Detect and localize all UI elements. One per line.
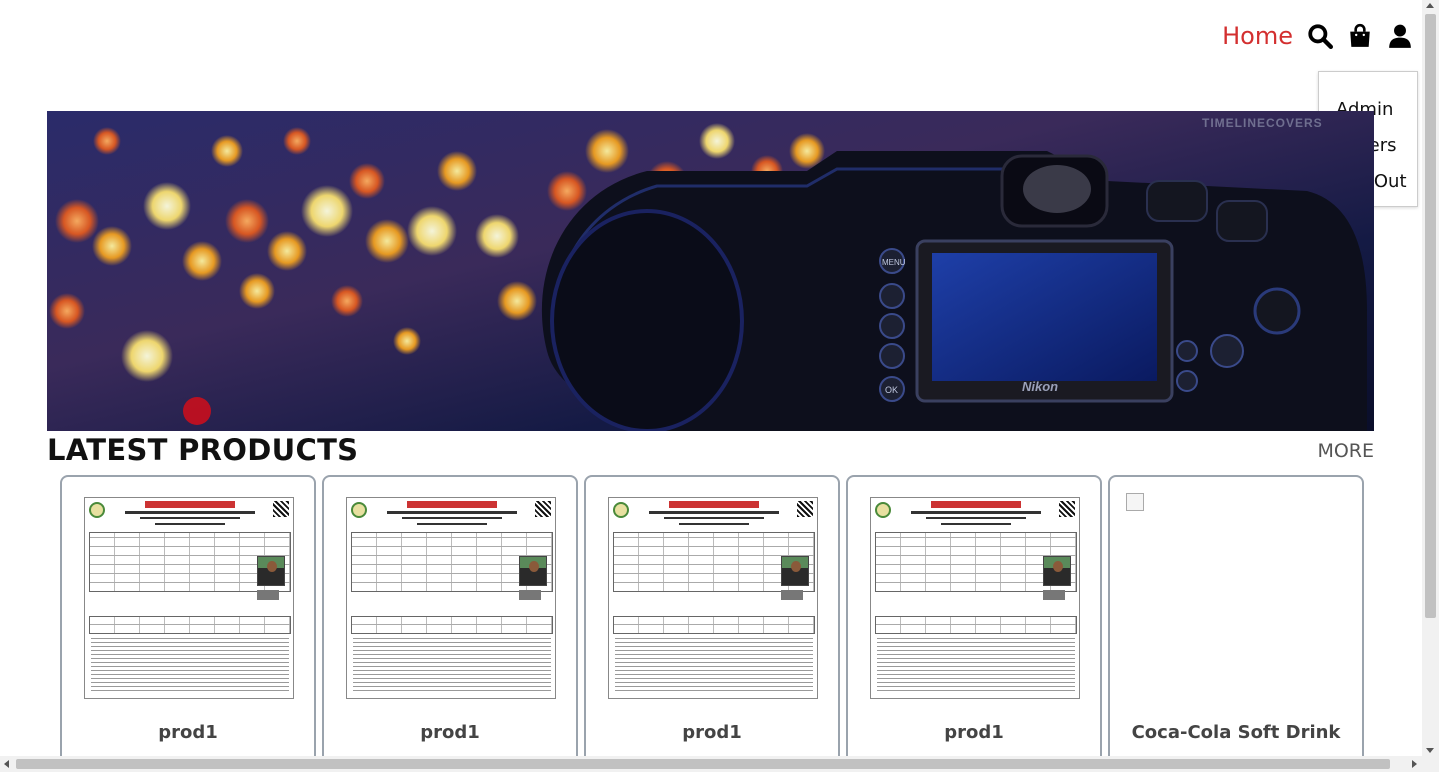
qr-code-icon (273, 501, 289, 517)
doc-photo (257, 556, 285, 586)
product-name[interactable]: prod1 (324, 722, 576, 743)
product-name[interactable]: prod1 (62, 722, 314, 743)
qr-code-icon (797, 501, 813, 517)
search-icon[interactable] (1307, 23, 1333, 49)
vertical-scrollbar[interactable] (1422, 0, 1439, 756)
scroll-right-icon[interactable] (1412, 760, 1417, 768)
broken-image-icon (1126, 493, 1144, 511)
scroll-down-icon[interactable] (1426, 748, 1434, 753)
product-name[interactable]: Coca-Cola Soft Drink (1110, 722, 1362, 743)
horizontal-scroll-thumb[interactable] (16, 759, 1390, 769)
product-card[interactable]: prod1 (846, 475, 1102, 772)
doc-logo-icon (613, 502, 629, 518)
qr-code-icon (1059, 501, 1075, 517)
product-card[interactable]: prod1 (60, 475, 316, 772)
scroll-up-icon[interactable] (1426, 3, 1434, 8)
product-name[interactable]: prod1 (586, 722, 838, 743)
doc-photo (519, 556, 547, 586)
doc-logo-icon (351, 502, 367, 518)
user-icon[interactable] (1387, 23, 1413, 49)
qr-code-icon (535, 501, 551, 517)
product-name[interactable]: prod1 (848, 722, 1100, 743)
top-nav: Home (1222, 22, 1413, 50)
doc-photo (1043, 556, 1071, 586)
scroll-left-icon[interactable] (4, 760, 9, 768)
product-card[interactable]: prod1 (322, 475, 578, 772)
menu-button-label: MENU (882, 258, 906, 267)
nav-home-link[interactable]: Home (1222, 22, 1293, 50)
vertical-scroll-thumb[interactable] (1425, 14, 1436, 618)
horizontal-scrollbar[interactable] (0, 756, 1439, 772)
product-card[interactable]: prod1 (584, 475, 840, 772)
banner-watermark: TIMELINECOVERS (1202, 116, 1323, 130)
product-image (608, 497, 818, 699)
product-list: prod1 prod1 prod1 prod1 Coca-Cola Soft D… (60, 475, 1364, 772)
doc-photo (781, 556, 809, 586)
doc-logo-icon (89, 502, 105, 518)
more-link[interactable]: MORE (1317, 440, 1374, 462)
product-image (870, 497, 1080, 699)
page: Home Admin Orders Log Out (0, 0, 1439, 772)
doc-logo-icon (875, 502, 891, 518)
hero-banner: Nikon MENU OK TIMELINECOVERS (47, 111, 1374, 431)
latest-products-title: LATEST PRODUCTS (47, 433, 359, 467)
product-image (346, 497, 556, 699)
camera-brand-label: Nikon (1022, 379, 1058, 394)
shopping-bag-icon[interactable] (1347, 23, 1373, 49)
product-card[interactable]: Coca-Cola Soft Drink (1108, 475, 1364, 772)
ok-button-label: OK (885, 385, 898, 395)
product-image (84, 497, 294, 699)
banner-camera-image: Nikon MENU OK TIMELINECOVERS (47, 111, 1374, 431)
